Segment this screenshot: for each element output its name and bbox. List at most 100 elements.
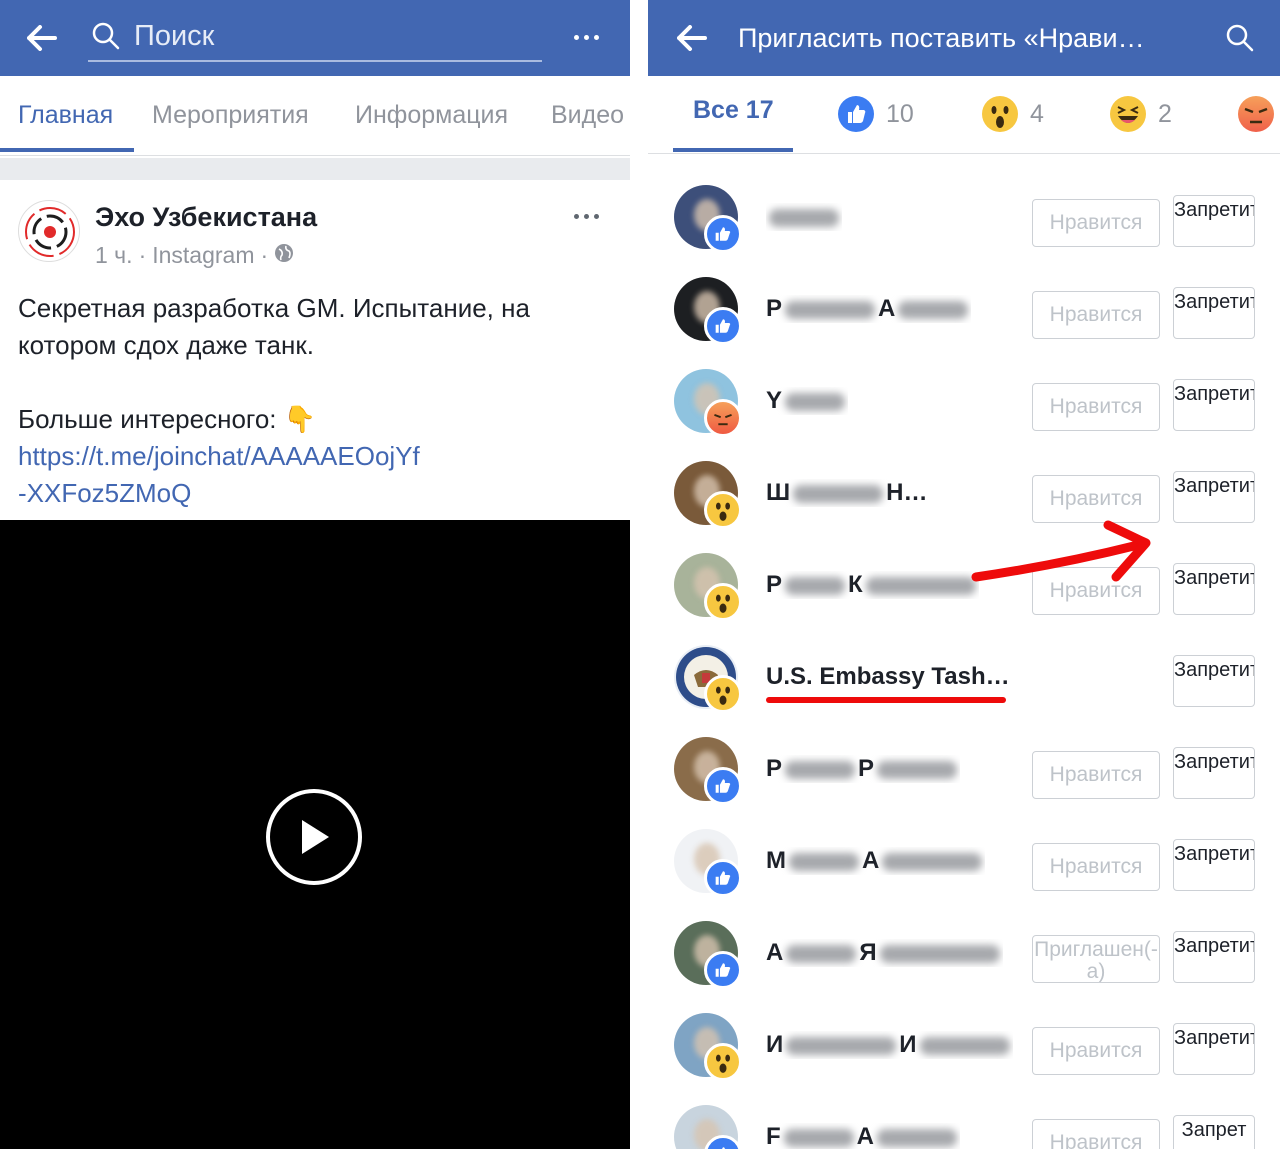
blurred-name-part [877,760,958,779]
invite-like-button[interactable]: Нравится [1032,1119,1160,1149]
ban-button[interactable]: Запретить [1173,839,1255,891]
name-text: Y [766,387,783,414]
play-button[interactable] [266,789,362,885]
list-item: U.S. Embassy Tash… Запретить [648,643,1280,735]
globe-icon [274,242,294,269]
name-text: Р [766,755,783,782]
list-item: АЯ Приглашен(-а) Запретить [648,919,1280,1011]
angry-icon [1238,96,1274,132]
search-icon [92,22,120,55]
more-options-icon[interactable] [574,35,599,40]
search-input[interactable]: Поиск [88,12,542,62]
back-arrow-icon[interactable] [20,16,64,60]
name-text: К [848,571,863,598]
name-text: И [766,1031,784,1058]
invite-like-button[interactable]: Нравится [1032,199,1160,247]
list-item: РРНравитсяЗапретить [648,735,1280,827]
people-list: НравитсяЗапретитьРАНравитсяЗапретитьYНра… [648,155,1280,1149]
tab-info[interactable]: Информация [355,101,508,130]
list-item: Y Нравится Запретить [648,367,1280,459]
person-name[interactable]: FА [766,1123,960,1149]
name-text: Р [766,571,783,598]
post-time: 1 ч. [95,242,133,268]
list-item: F А Нравится Запрет [648,1103,1280,1149]
like-reaction-icon [704,307,742,345]
person-name[interactable]: U.S. Embassy Tash… [766,663,1010,691]
list-item: ШННравитсяЗапретить [648,459,1280,551]
name-text: Р [766,295,783,322]
name-text: Р [858,755,875,782]
ban-button[interactable]: Запретить [1173,931,1255,983]
name-text: А [862,847,880,874]
post-link[interactable]: -XXFoz5ZMoQ [18,475,618,512]
blurred-name-part [882,852,983,871]
invite-like-button[interactable]: Нравится [1032,751,1160,799]
wow-reaction-icon [704,675,742,713]
ban-button[interactable]: Запретить [1173,195,1255,247]
back-arrow-icon[interactable] [670,16,714,60]
invite-like-button[interactable]: Нравится [1032,383,1160,431]
name-text: U.S. Embassy Tash… [766,663,1010,690]
post-body: Секретная разработка GM. Испытание, на к… [18,290,618,512]
person-name[interactable]: Y [766,387,848,415]
person-name[interactable]: ШН [766,479,1016,507]
search-icon[interactable] [1218,16,1262,60]
person-name[interactable]: МА [766,847,985,875]
person-name[interactable]: АЯ [766,939,1003,967]
page-screen: Поиск Главная Мероприятия Информация Вид… [0,0,630,1149]
ban-button[interactable]: Запретить [1173,287,1255,339]
tab-count: 2 [1158,99,1172,128]
blurred-name-part [785,392,846,411]
search-placeholder: Поиск [134,20,215,52]
angry-reaction-icon [704,399,742,437]
ban-button[interactable]: Запрет [1173,1115,1255,1149]
blurred-name-part [785,576,846,595]
blurred-name-part [769,208,839,227]
list-item: РА Нравится Запретить [648,275,1280,367]
ban-button[interactable]: Запретить [1173,563,1255,615]
play-icon [302,820,329,854]
post-text-line: Больше интересного: 👇 [18,404,317,434]
like-reaction-icon [704,767,742,805]
list-item: ИИ Нравится Запретить [648,1011,1280,1103]
active-tab-indicator [673,148,793,152]
page-avatar[interactable] [18,200,80,262]
section-divider [0,158,630,180]
ban-button[interactable]: Запретить [1173,655,1255,707]
tab-haha[interactable]: 2 [1110,96,1172,132]
meta-separator: · [260,242,269,268]
tab-like[interactable]: 10 [838,96,914,132]
list-item: МА Нравится Запретить [648,827,1280,919]
tab-video[interactable]: Видео [551,101,624,130]
blurred-name-part [786,944,857,963]
red-underline-annotation [766,697,1006,703]
person-name[interactable]: ИИ [766,1031,1013,1059]
tab-main[interactable]: Главная [18,101,113,130]
ban-button[interactable]: Запретить [1173,471,1255,523]
post-text-line: котором сдох даже танк. [18,330,314,360]
invite-like-button[interactable]: Приглашен(-а) [1032,935,1160,983]
post-link[interactable]: https://t.me/joinchat/AAAAAEOojYf [18,438,618,475]
invite-like-button[interactable]: Нравится [1032,291,1160,339]
tab-count: 4 [1030,99,1044,128]
person-name[interactable] [766,203,842,231]
name-text: А [856,1123,875,1149]
blurred-name-part [793,484,884,503]
ban-button[interactable]: Запретить [1173,379,1255,431]
ban-button[interactable]: Запретить [1173,747,1255,799]
name-text: Я [859,939,877,966]
post-author[interactable]: Эхо Узбекистана [95,202,317,233]
tab-all[interactable]: Все 17 [693,96,774,125]
invite-like-button[interactable]: Нравится [1032,843,1160,891]
like-reaction-icon [704,859,742,897]
person-name[interactable]: РА [766,295,971,323]
tab-wow[interactable]: 4 [982,96,1044,132]
tab-angry[interactable] [1238,96,1274,132]
blurred-name-part [898,300,969,319]
tab-events[interactable]: Мероприятия [152,101,309,130]
person-name[interactable]: РК [766,571,979,599]
post-options-icon[interactable] [574,214,599,219]
invite-like-button[interactable]: Нравится [1032,1027,1160,1075]
person-name[interactable]: РР [766,755,960,783]
ban-button[interactable]: Запретить [1173,1023,1255,1075]
